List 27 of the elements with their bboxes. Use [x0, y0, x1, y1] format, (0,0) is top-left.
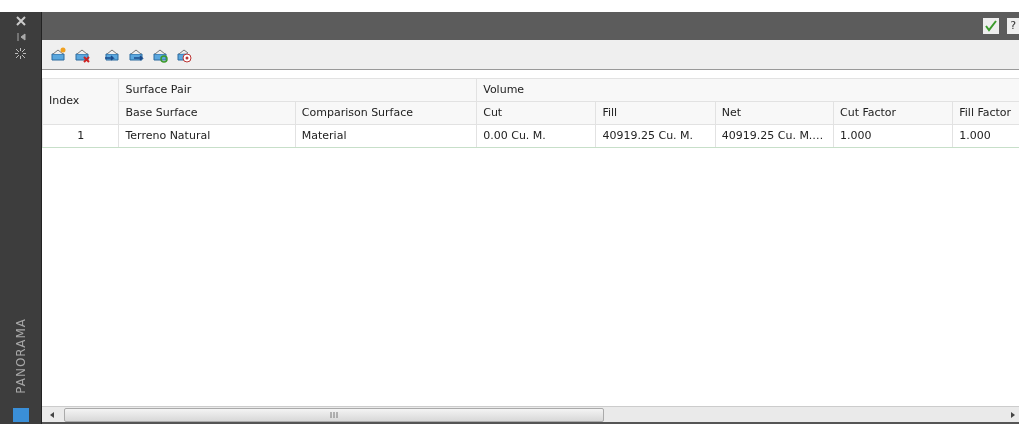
column-header: Base Surface: [118, 101, 296, 125]
column-header: Cut Factor: [833, 101, 953, 125]
column-group-header: Surface Pair: [118, 78, 477, 102]
table-cell: 40919.25 Cu. M.: [596, 124, 716, 148]
add-surface-icon[interactable]: [50, 46, 66, 63]
scroll-left-icon[interactable]: [48, 410, 56, 419]
scroll-right-icon[interactable]: [1009, 410, 1017, 419]
column-header: Fill: [596, 101, 716, 125]
column-header: Net: [715, 101, 834, 125]
table-cell: 40919.25 Cu. M.…: [715, 124, 834, 148]
checkmark-icon[interactable]: [983, 18, 1000, 34]
table-cell: 1.000: [833, 124, 953, 148]
column-header: Cut: [476, 101, 596, 125]
column-group-header: Volume: [476, 78, 1019, 102]
auto-hide-icon[interactable]: [15, 32, 26, 42]
app-icon[interactable]: [12, 408, 29, 422]
column-header: Index: [42, 78, 119, 125]
panel-label: PANORAMA: [12, 318, 29, 394]
column-header: Comparison Surface: [295, 101, 477, 125]
table-cell: 0.00 Cu. M.: [476, 124, 596, 148]
table-cell: 1: [42, 124, 119, 148]
table-cell: Material: [295, 124, 477, 148]
settings-icon[interactable]: [15, 48, 26, 59]
table-cell: Terreno Natural: [118, 124, 296, 148]
close-icon[interactable]: [15, 16, 26, 26]
scrollbar-thumb[interactable]: [64, 407, 604, 422]
help-button[interactable]: ?: [1007, 18, 1019, 34]
